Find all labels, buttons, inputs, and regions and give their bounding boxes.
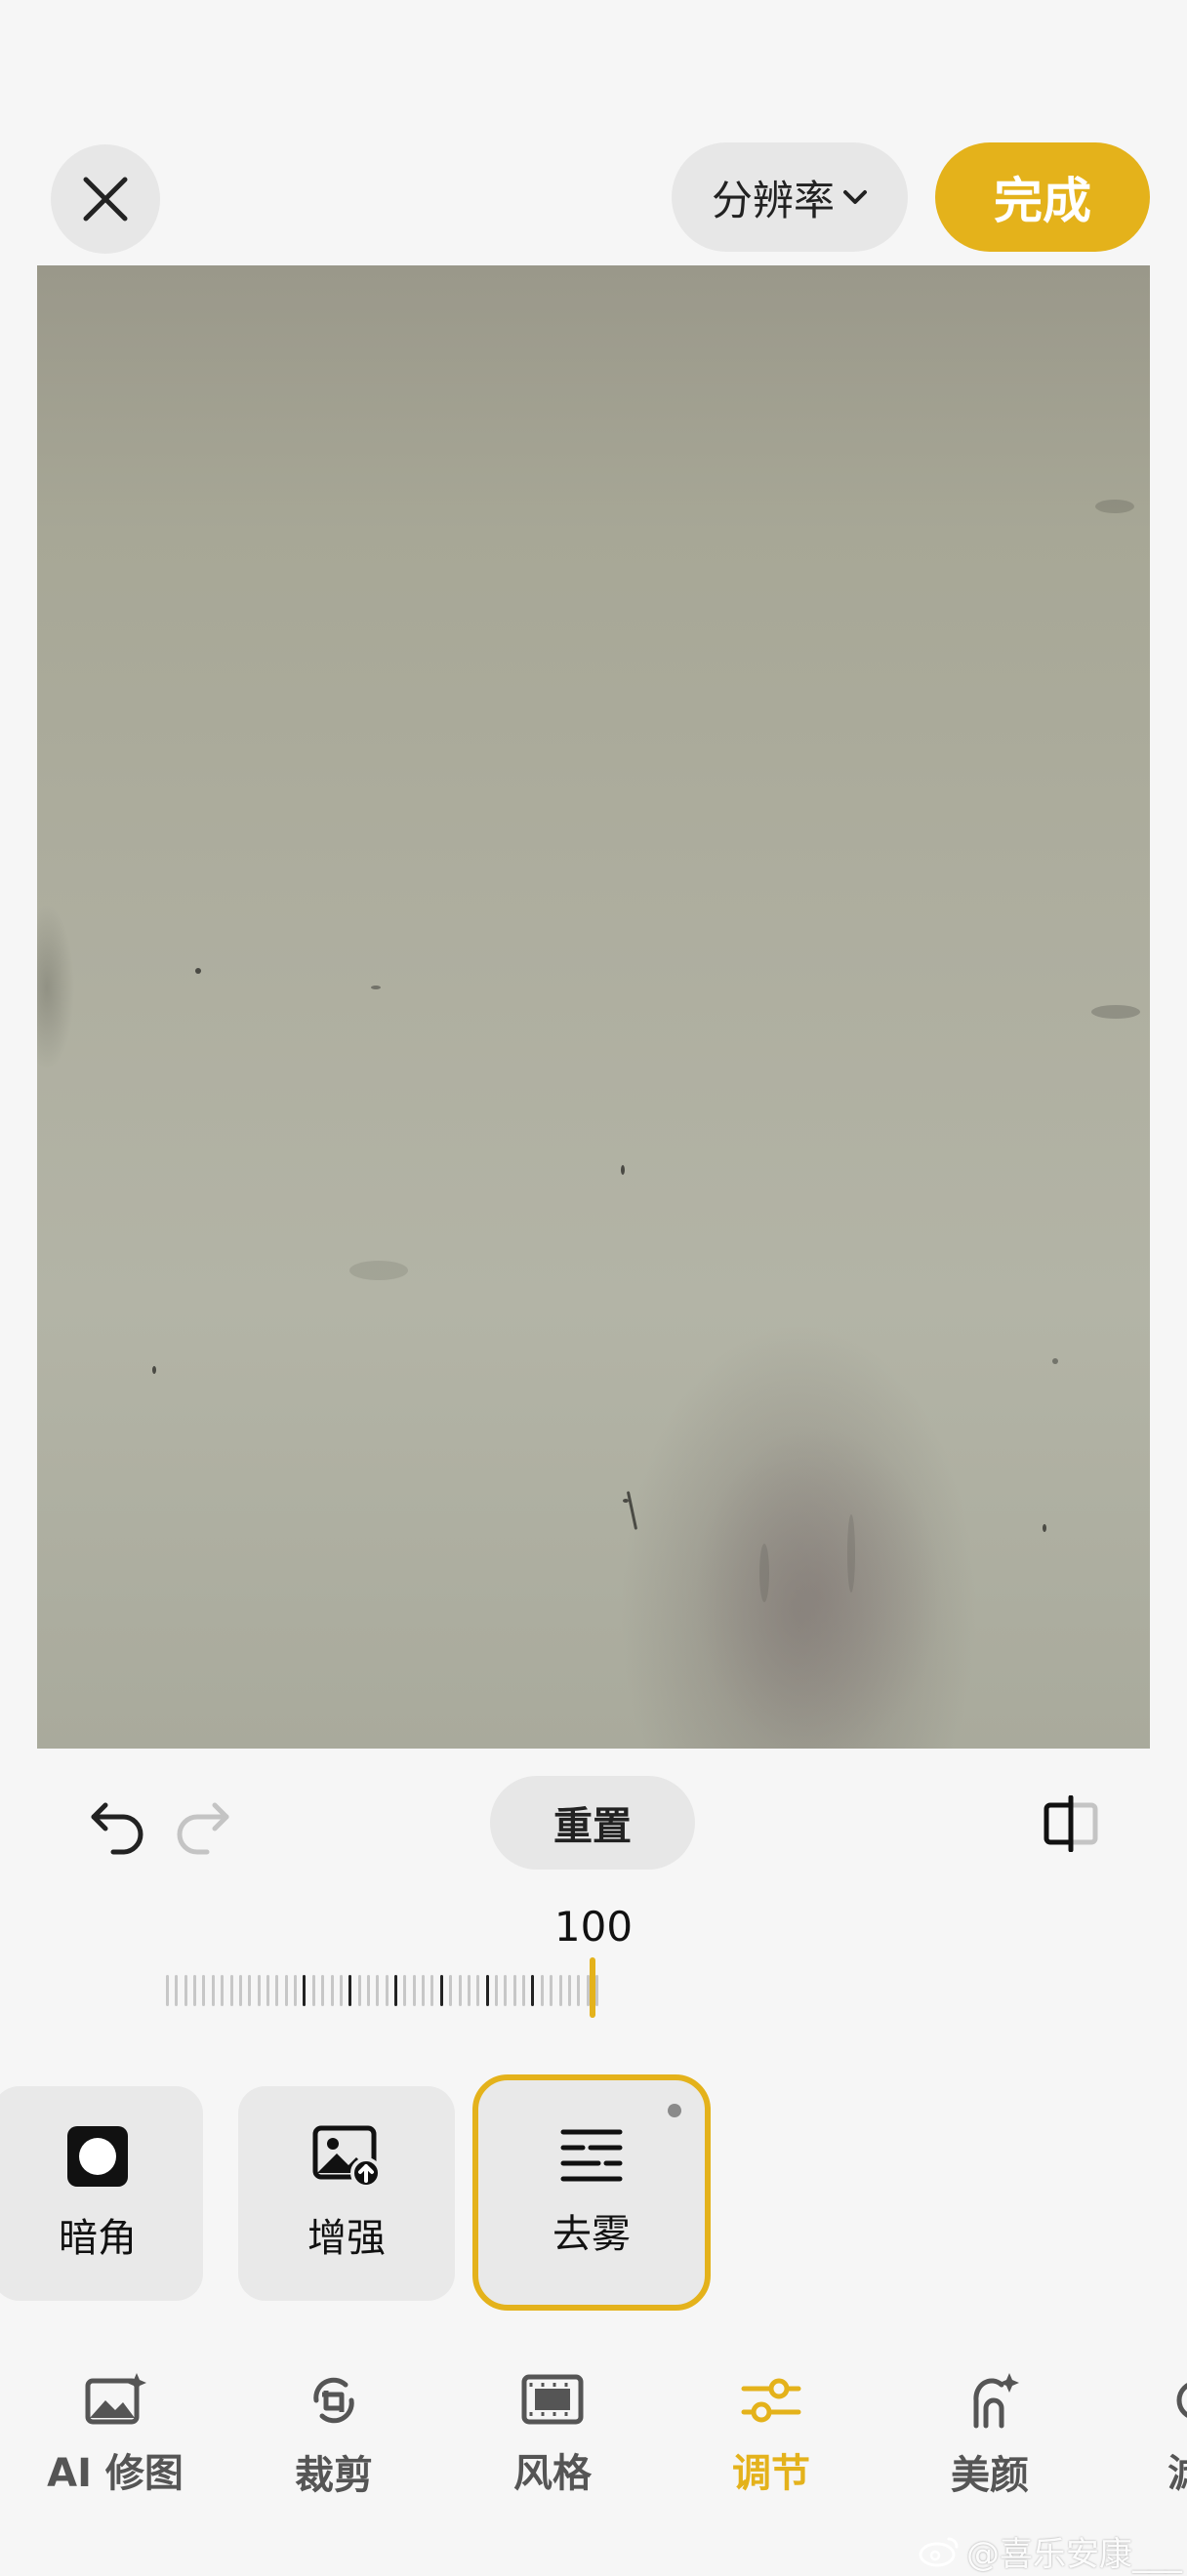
- slider-tick: [275, 1975, 279, 2006]
- slider-tick: [303, 1975, 307, 2006]
- close-icon: [83, 177, 128, 221]
- nav-filter[interactable]: 滤: [1167, 2371, 1187, 2498]
- ai-retouch-icon: [85, 2373, 146, 2425]
- nav-style[interactable]: 风格: [465, 2371, 640, 2498]
- slider-thumb[interactable]: [590, 1957, 595, 2018]
- nav-crop[interactable]: 裁剪: [246, 2371, 422, 2500]
- slider-tick: [476, 1975, 480, 2006]
- slider-tick: [403, 1975, 407, 2006]
- reset-button[interactable]: 重置: [490, 1776, 695, 1870]
- nav-label: 滤: [1167, 2441, 1187, 2498]
- slider-tick: [221, 1975, 225, 2006]
- slider-tick: [339, 1975, 343, 2006]
- reset-label: 重置: [553, 1804, 632, 1849]
- slider-tick: [376, 1975, 380, 2006]
- slider-tick: [567, 1975, 571, 2006]
- slider-tick: [504, 1975, 508, 2006]
- slider-tick: [485, 1975, 489, 2006]
- photo-preview: [37, 265, 1150, 1749]
- slider-tick: [577, 1975, 581, 2006]
- close-button[interactable]: [51, 144, 160, 254]
- watermark-text: @喜乐安康___: [966, 2535, 1182, 2574]
- slider-tick: [430, 1975, 434, 2006]
- tool-dehaze[interactable]: 去雾: [472, 2074, 711, 2311]
- slider-tick: [166, 1975, 169, 2006]
- film-style-icon: [521, 2374, 584, 2425]
- slider-tick: [175, 1975, 179, 2006]
- new-indicator-dot: [668, 2104, 681, 2117]
- tool-label: 暗角: [59, 2216, 137, 2261]
- slider-tick: [595, 1975, 598, 2006]
- slider-tick: [211, 1975, 215, 2006]
- slider-tick: [385, 1975, 389, 2006]
- vignette-icon: [67, 2126, 128, 2187]
- compare-icon: [1044, 1794, 1098, 1853]
- dehaze-icon: [560, 2129, 623, 2182]
- beauty-face-icon: [973, 2373, 1019, 2429]
- slider-tick: [540, 1975, 544, 2006]
- weibo-watermark: @喜乐安康___: [918, 2527, 1182, 2575]
- slider-tick: [348, 1975, 352, 2006]
- crop-rotate-icon: [313, 2377, 354, 2424]
- slider-tick: [394, 1975, 398, 2006]
- slider-tick: [184, 1975, 187, 2006]
- slider-tick: [330, 1975, 334, 2006]
- slider-value: 100: [553, 1903, 634, 1951]
- nav-label: AI 修图: [47, 2451, 184, 2496]
- done-button[interactable]: 完成: [935, 142, 1150, 252]
- slider-tick: [558, 1975, 562, 2006]
- nav-beauty[interactable]: 美颜: [902, 2371, 1078, 2500]
- redo-icon: [177, 1802, 229, 1855]
- undo-icon: [91, 1802, 143, 1855]
- slider-tick: [238, 1975, 242, 2006]
- done-label: 完成: [994, 173, 1091, 229]
- compare-button[interactable]: [1041, 1794, 1101, 1853]
- enhance-image-icon: [312, 2125, 382, 2189]
- slider-tick: [467, 1975, 471, 2006]
- slider-tick: [512, 1975, 516, 2006]
- slider-tick: [522, 1975, 526, 2006]
- nav-label: 美颜: [951, 2453, 1029, 2498]
- slider-tick: [422, 1975, 426, 2006]
- slider-tick: [193, 1975, 197, 2006]
- nav-ai-retouch[interactable]: AI 修图: [27, 2371, 203, 2498]
- undo-button[interactable]: [84, 1791, 152, 1860]
- slider-tick: [202, 1975, 206, 2006]
- tool-label: 去雾: [553, 2212, 631, 2257]
- slider-tick: [412, 1975, 416, 2006]
- slider-tick: [366, 1975, 370, 2006]
- slider-tick: [311, 1975, 315, 2006]
- filter-icon: [1176, 2383, 1187, 2418]
- slider-tick: [257, 1975, 261, 2006]
- slider-tick: [531, 1975, 535, 2006]
- nav-label: 调节: [732, 2451, 810, 2496]
- tool-label: 增强: [307, 2216, 386, 2261]
- slider-tick: [321, 1975, 325, 2006]
- redo-button[interactable]: [168, 1791, 236, 1860]
- resolution-dropdown[interactable]: 分辨率: [672, 142, 908, 252]
- tool-enhance[interactable]: 增强: [238, 2086, 455, 2301]
- nav-label: 裁剪: [295, 2453, 373, 2498]
- tool-vignette[interactable]: 暗角: [0, 2086, 203, 2301]
- nav-label: 风格: [513, 2451, 592, 2496]
- chevron-down-icon: [843, 190, 867, 204]
- intensity-slider[interactable]: [156, 1961, 605, 2020]
- slider-tick: [284, 1975, 288, 2006]
- slider-tick: [449, 1975, 453, 2006]
- adjust-sliders-icon: [741, 2378, 801, 2423]
- resolution-label: 分辨率: [711, 176, 835, 224]
- slider-tick: [357, 1975, 361, 2006]
- slider-tick: [550, 1975, 553, 2006]
- nav-adjust[interactable]: 调节: [683, 2371, 859, 2498]
- slider-tick: [266, 1975, 269, 2006]
- slider-tick: [248, 1975, 252, 2006]
- slider-tick: [458, 1975, 462, 2006]
- slider-tick: [439, 1975, 443, 2006]
- slider-tick: [495, 1975, 499, 2006]
- slider-tick: [294, 1975, 298, 2006]
- weibo-icon: [919, 2537, 959, 2566]
- slider-tick: [229, 1975, 233, 2006]
